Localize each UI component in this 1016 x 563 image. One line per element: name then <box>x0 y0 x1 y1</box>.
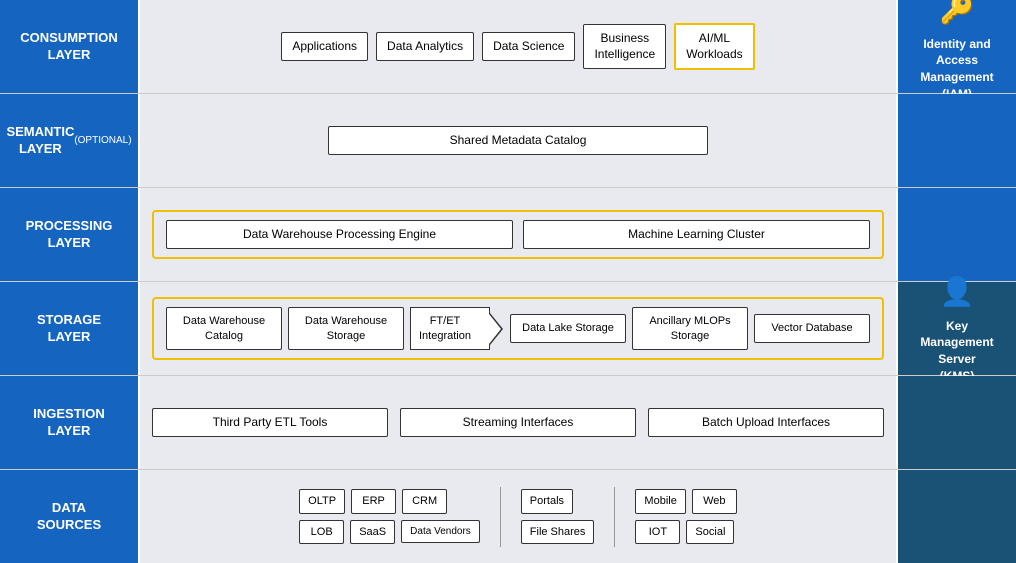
processing-yellow-container: Data Warehouse Processing Engine Machine… <box>152 210 884 260</box>
sources-row-5: Mobile Web <box>635 489 736 513</box>
ancillary-mlo-ps-box: Ancillary MLOPs Storage <box>632 307 748 350</box>
person-icon: 👤 <box>920 272 993 311</box>
kms-panel: 👤 KeyManagementServer(KMS) <box>896 282 1016 375</box>
ml-cluster-box: Machine Learning Cluster <box>523 220 870 250</box>
iam-panel-3 <box>896 188 1016 281</box>
semantic-content: Shared Metadata Catalog <box>140 94 896 187</box>
ingestion-boxes: Third Party ETL Tools Streaming Interfac… <box>152 408 884 438</box>
iam-panel: 🔑 Identity andAccessManagement(IAM) <box>896 0 1016 93</box>
consumption-row: CONSUMPTIONLAYER Applications Data Analy… <box>0 0 1016 94</box>
oltp-box: OLTP <box>299 489 345 513</box>
mobile-box: Mobile <box>635 489 685 513</box>
storage-label: STORAGELAYER <box>0 282 140 375</box>
divider-1 <box>500 487 501 547</box>
kms-panel-3 <box>896 470 1016 563</box>
kms-panel-2 <box>896 376 1016 469</box>
erp-box: ERP <box>351 489 396 513</box>
kms-label: KeyManagementServer(KMS) <box>920 319 993 383</box>
divider-2 <box>614 487 615 547</box>
sources-row-2: LOB SaaS Data Vendors <box>299 520 480 544</box>
batch-upload-interfaces-box: Batch Upload Interfaces <box>648 408 884 438</box>
shared-metadata-catalog-box: Shared Metadata Catalog <box>328 126 708 156</box>
data-analytics-box: Data Analytics <box>376 32 474 62</box>
social-box: Social <box>686 520 734 544</box>
arrow-inner <box>489 314 501 344</box>
third-party-etl-box: Third Party ETL Tools <box>152 408 388 438</box>
data-science-box: Data Science <box>482 32 575 62</box>
applications-box: Applications <box>281 32 368 62</box>
storage-content: Data Warehouse Catalog Data Warehouse St… <box>140 282 896 375</box>
business-intelligence-box: BusinessIntelligence <box>583 24 666 69</box>
semantic-row: SEMANTICLAYER(OPTIONAL) Shared Metadata … <box>0 94 1016 188</box>
data-lake-storage-box: Data Lake Storage <box>510 314 626 342</box>
crm-box: CRM <box>402 489 447 513</box>
ingestion-label: INGESTIONLAYER <box>0 376 140 469</box>
sources-group-1: OLTP ERP CRM LOB SaaS Data Vendors <box>299 489 480 544</box>
web-box: Web <box>692 489 737 513</box>
sources-row: DATASOURCES OLTP ERP CRM LOB SaaS Data V… <box>0 470 1016 563</box>
sources-row-6: IOT Social <box>635 520 736 544</box>
consumption-label: CONSUMPTIONLAYER <box>0 0 140 93</box>
sources-label: DATASOURCES <box>0 470 140 563</box>
streaming-interfaces-box: Streaming Interfaces <box>400 408 636 438</box>
sources-row-4: File Shares <box>521 520 595 544</box>
portals-box: Portals <box>521 489 573 513</box>
processing-content: Data Warehouse Processing Engine Machine… <box>140 188 896 281</box>
consumption-content: Applications Data Analytics Data Science… <box>140 0 896 93</box>
aiml-workloads-box: AI/MLWorkloads <box>674 23 754 70</box>
sources-group-3: Mobile Web IOT Social <box>635 489 736 544</box>
consumption-boxes: Applications Data Analytics Data Science… <box>281 23 754 70</box>
key-icon: 🔑 <box>920 0 993 30</box>
semantic-label: SEMANTICLAYER(OPTIONAL) <box>0 94 140 187</box>
storage-row: STORAGELAYER Data Warehouse Catalog Data… <box>0 282 1016 376</box>
sources-row-1: OLTP ERP CRM <box>299 489 480 513</box>
lob-box: LOB <box>299 520 344 544</box>
architecture-diagram: CONSUMPTIONLAYER Applications Data Analy… <box>0 0 1016 563</box>
processing-row: PROCESSINGLAYER Data Warehouse Processin… <box>0 188 1016 282</box>
ingestion-content: Third Party ETL Tools Streaming Interfac… <box>140 376 896 469</box>
ftet-box: FT/ETIntegration <box>410 307 490 350</box>
dw-processing-engine-box: Data Warehouse Processing Engine <box>166 220 513 250</box>
ingestion-row: INGESTIONLAYER Third Party ETL Tools Str… <box>0 376 1016 470</box>
ftet-arrow-wrapper: FT/ETIntegration <box>410 307 504 350</box>
iam-label: Identity andAccessManagement(IAM) <box>920 37 993 101</box>
sources-row-3: Portals <box>521 489 595 513</box>
vector-database-box: Vector Database <box>754 314 870 342</box>
sources-group-2: Portals File Shares <box>521 489 595 544</box>
iot-box: IOT <box>635 520 680 544</box>
dw-catalog-box: Data Warehouse Catalog <box>166 307 282 350</box>
iam-panel-2 <box>896 94 1016 187</box>
storage-yellow-container: Data Warehouse Catalog Data Warehouse St… <box>152 297 884 360</box>
sources-content: OLTP ERP CRM LOB SaaS Data Vendors Porta… <box>140 470 896 563</box>
data-vendors-box: Data Vendors <box>401 520 480 543</box>
saas-box: SaaS <box>350 520 395 544</box>
processing-label: PROCESSINGLAYER <box>0 188 140 281</box>
dw-storage-box: Data Warehouse Storage <box>288 307 404 350</box>
file-shares-box: File Shares <box>521 520 595 544</box>
sources-boxes: OLTP ERP CRM LOB SaaS Data Vendors Porta… <box>152 487 884 547</box>
